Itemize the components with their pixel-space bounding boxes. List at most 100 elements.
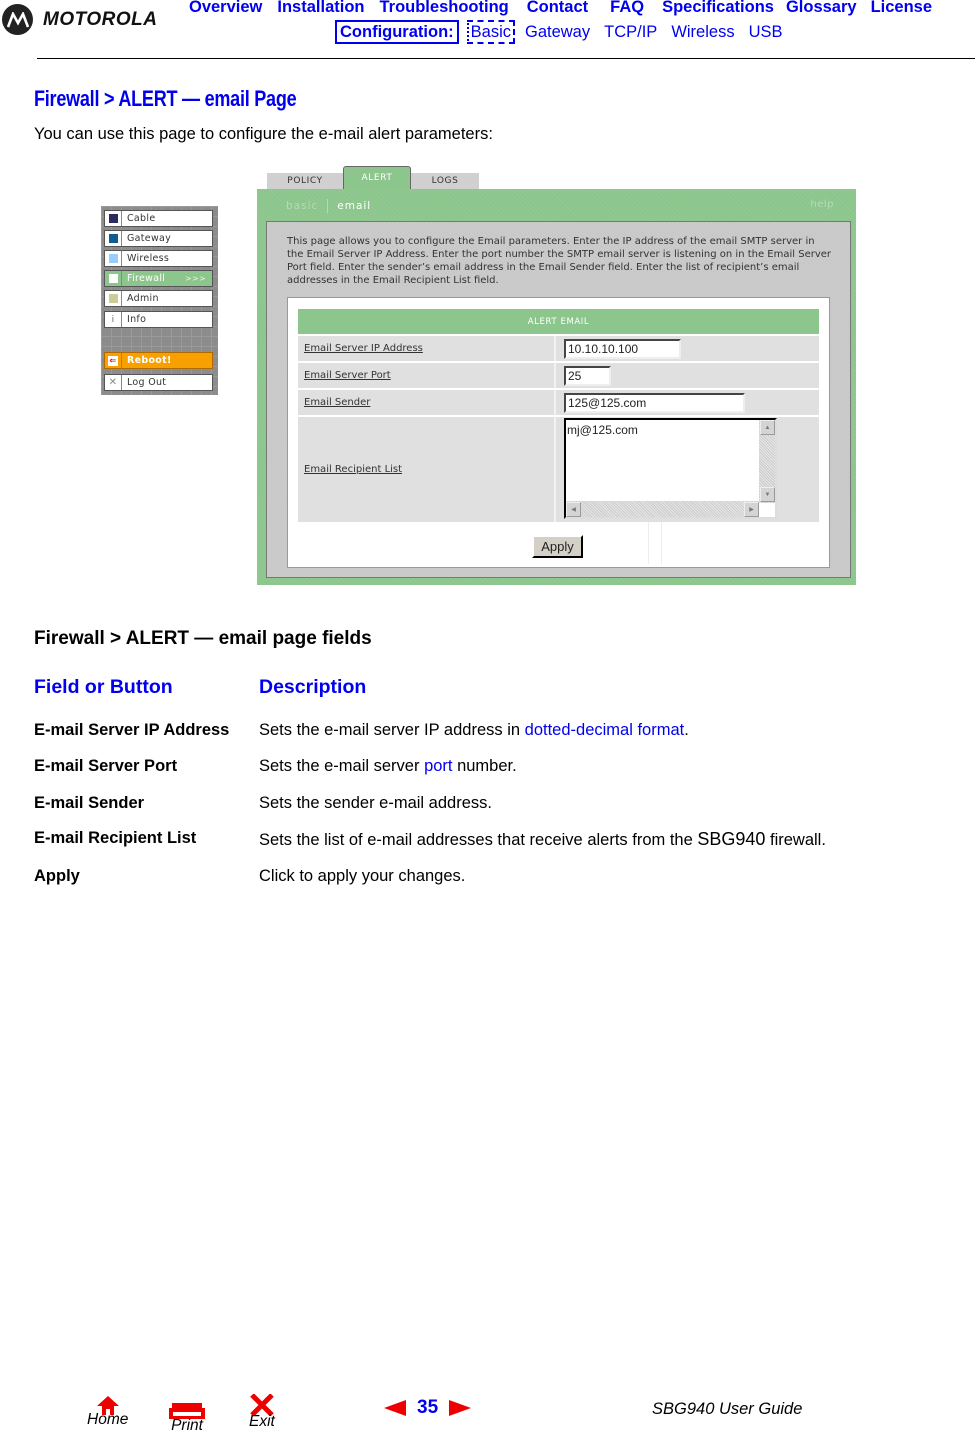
exit-label: Exit bbox=[249, 1413, 275, 1430]
page-title: Firewall > ALERT — email Page bbox=[34, 86, 297, 111]
nav-tcpip[interactable]: TCP/IP bbox=[604, 23, 657, 42]
guide-title: SBG940 User Guide bbox=[652, 1400, 803, 1418]
sidebar-item-label: Log Out bbox=[127, 377, 167, 388]
home-button[interactable]: Home bbox=[87, 1395, 128, 1429]
nav-wireless[interactable]: Wireless bbox=[671, 23, 734, 42]
row-server-port: Email Server Port bbox=[298, 363, 819, 388]
nav-troubleshooting[interactable]: Troubleshooting bbox=[379, 0, 508, 17]
field-description: Sets the list of e-mail addresses that r… bbox=[259, 829, 826, 850]
motorola-batwing-icon bbox=[2, 4, 33, 35]
product-name: SBG940 bbox=[697, 829, 766, 849]
field-description: Sets the e-mail server port number. bbox=[259, 757, 517, 776]
server-port-input[interactable] bbox=[564, 365, 611, 386]
description-text: Sets the e-mail server bbox=[259, 757, 425, 775]
recipients-label[interactable]: Email Recipient List bbox=[298, 417, 556, 522]
tab-logs[interactable]: LOGS bbox=[411, 173, 479, 189]
divider bbox=[661, 522, 662, 564]
content-area: This page allows you to configure the Em… bbox=[266, 221, 851, 578]
nav-glossary[interactable]: Glossary bbox=[786, 0, 857, 17]
description-text: firewall. bbox=[765, 831, 826, 849]
sidebar-item-cable[interactable]: Cable bbox=[104, 210, 213, 227]
alert-panel: basic email help This page allows you to… bbox=[257, 189, 856, 585]
exit-button[interactable]: Exit bbox=[249, 1394, 275, 1431]
sub-navigation: basic email bbox=[286, 199, 371, 213]
sidebar-item-label: Info bbox=[127, 314, 147, 325]
field-name: E-mail Server IP Address bbox=[34, 721, 230, 739]
firewall-swatch-icon bbox=[105, 271, 122, 286]
field-name: E-mail Recipient List bbox=[34, 829, 197, 847]
scroll-left-icon[interactable]: ◀ bbox=[566, 502, 581, 517]
column-header-field: Field or Button bbox=[34, 676, 173, 698]
page-number: 35 bbox=[417, 1397, 439, 1418]
nav-specifications[interactable]: Specifications bbox=[662, 0, 774, 17]
horizontal-scrollbar[interactable] bbox=[566, 501, 759, 517]
sidebar-item-label: Reboot! bbox=[127, 355, 172, 366]
sidebar-item-label: Admin bbox=[127, 293, 159, 304]
nav-basic[interactable]: Basic bbox=[466, 20, 515, 44]
scroll-up-icon[interactable]: ▲ bbox=[760, 420, 775, 435]
sender-input[interactable] bbox=[564, 392, 745, 413]
subnav-basic[interactable]: basic bbox=[286, 200, 318, 212]
nav-gateway[interactable]: Gateway bbox=[525, 23, 590, 42]
next-page-icon[interactable] bbox=[449, 1400, 472, 1416]
scroll-down-icon[interactable]: ▼ bbox=[760, 487, 775, 502]
row-server-ip: Email Server IP Address bbox=[298, 336, 819, 361]
server-port-label[interactable]: Email Server Port bbox=[298, 363, 556, 388]
sender-label[interactable]: Email Sender bbox=[298, 390, 556, 415]
nav-contact[interactable]: Contact bbox=[527, 0, 588, 17]
config-nav: Configuration: Basic Gateway TCP/IP Wire… bbox=[335, 20, 797, 44]
recipients-value: mj@125.com bbox=[567, 423, 638, 437]
field-name: Apply bbox=[34, 867, 80, 885]
sidebar-item-reboot[interactable]: ⇐ Reboot! bbox=[104, 352, 213, 369]
sidebar-item-firewall[interactable]: Firewall >>> bbox=[104, 270, 213, 287]
form-header: ALERT EMAIL bbox=[298, 309, 819, 334]
port-link[interactable]: port bbox=[424, 757, 452, 775]
apply-button[interactable]: Apply bbox=[532, 535, 583, 558]
previous-page-icon[interactable] bbox=[384, 1400, 406, 1416]
nav-installation[interactable]: Installation bbox=[277, 0, 364, 17]
sidebar-item-gateway[interactable]: Gateway bbox=[104, 230, 213, 247]
home-label: Home bbox=[87, 1411, 129, 1428]
motorola-logo: MOTOROLA bbox=[2, 4, 157, 35]
subnav-email[interactable]: email bbox=[337, 200, 371, 212]
nav-faq[interactable]: FAQ bbox=[610, 0, 644, 17]
sidebar-item-logout[interactable]: ✕ Log Out bbox=[104, 374, 213, 391]
divider bbox=[648, 522, 649, 564]
help-link[interactable]: help bbox=[810, 199, 834, 210]
row-sender: Email Sender bbox=[298, 390, 819, 415]
sidebar-item-label: Wireless bbox=[127, 253, 170, 264]
server-ip-label[interactable]: Email Server IP Address bbox=[298, 336, 556, 361]
field-name: E-mail Server Port bbox=[34, 757, 178, 775]
brand-name: MOTOROLA bbox=[43, 8, 158, 30]
router-sidebar: Cable Gateway Wireless Firewall >>> Admi… bbox=[101, 206, 218, 395]
description-text: Sets the e-mail server IP address in bbox=[259, 721, 525, 739]
sidebar-item-label: Firewall bbox=[127, 273, 166, 284]
configuration-label[interactable]: Configuration: bbox=[335, 20, 459, 44]
field-name: E-mail Sender bbox=[34, 794, 145, 812]
sidebar-item-label: Gateway bbox=[127, 233, 172, 244]
subnav-separator bbox=[327, 199, 329, 213]
nav-overview[interactable]: Overview bbox=[189, 0, 262, 17]
print-button[interactable]: Print bbox=[168, 1403, 206, 1435]
recipients-textarea[interactable]: mj@125.com ▲ ▼ ◀ ▶ bbox=[564, 418, 777, 519]
field-description: Sets the e-mail server IP address in dot… bbox=[259, 721, 689, 740]
server-ip-input[interactable] bbox=[564, 338, 681, 359]
sidebar-item-wireless[interactable]: Wireless bbox=[104, 250, 213, 267]
wireless-swatch-icon bbox=[105, 251, 122, 266]
intro-text: You can use this page to configure the e… bbox=[34, 125, 493, 143]
sidebar-item-info[interactable]: i Info bbox=[104, 311, 213, 328]
sidebar-item-admin[interactable]: Admin bbox=[104, 290, 213, 307]
cable-swatch-icon bbox=[105, 211, 122, 226]
page-navigation: 35 bbox=[384, 1397, 472, 1419]
dotted-decimal-link[interactable]: dotted-decimal format bbox=[525, 721, 685, 739]
nav-usb[interactable]: USB bbox=[749, 23, 783, 42]
description-text: Sets the list of e-mail addresses that r… bbox=[259, 831, 698, 849]
print-label: Print bbox=[171, 1417, 203, 1434]
close-x-icon: ✕ bbox=[105, 375, 122, 390]
top-nav: Overview Installation Troubleshooting Co… bbox=[189, 0, 947, 17]
scroll-right-icon[interactable]: ▶ bbox=[744, 502, 759, 517]
nav-license[interactable]: License bbox=[871, 0, 932, 17]
info-icon: i bbox=[105, 312, 122, 327]
tab-alert[interactable]: ALERT bbox=[343, 166, 411, 189]
tab-policy[interactable]: POLICY bbox=[267, 173, 343, 189]
